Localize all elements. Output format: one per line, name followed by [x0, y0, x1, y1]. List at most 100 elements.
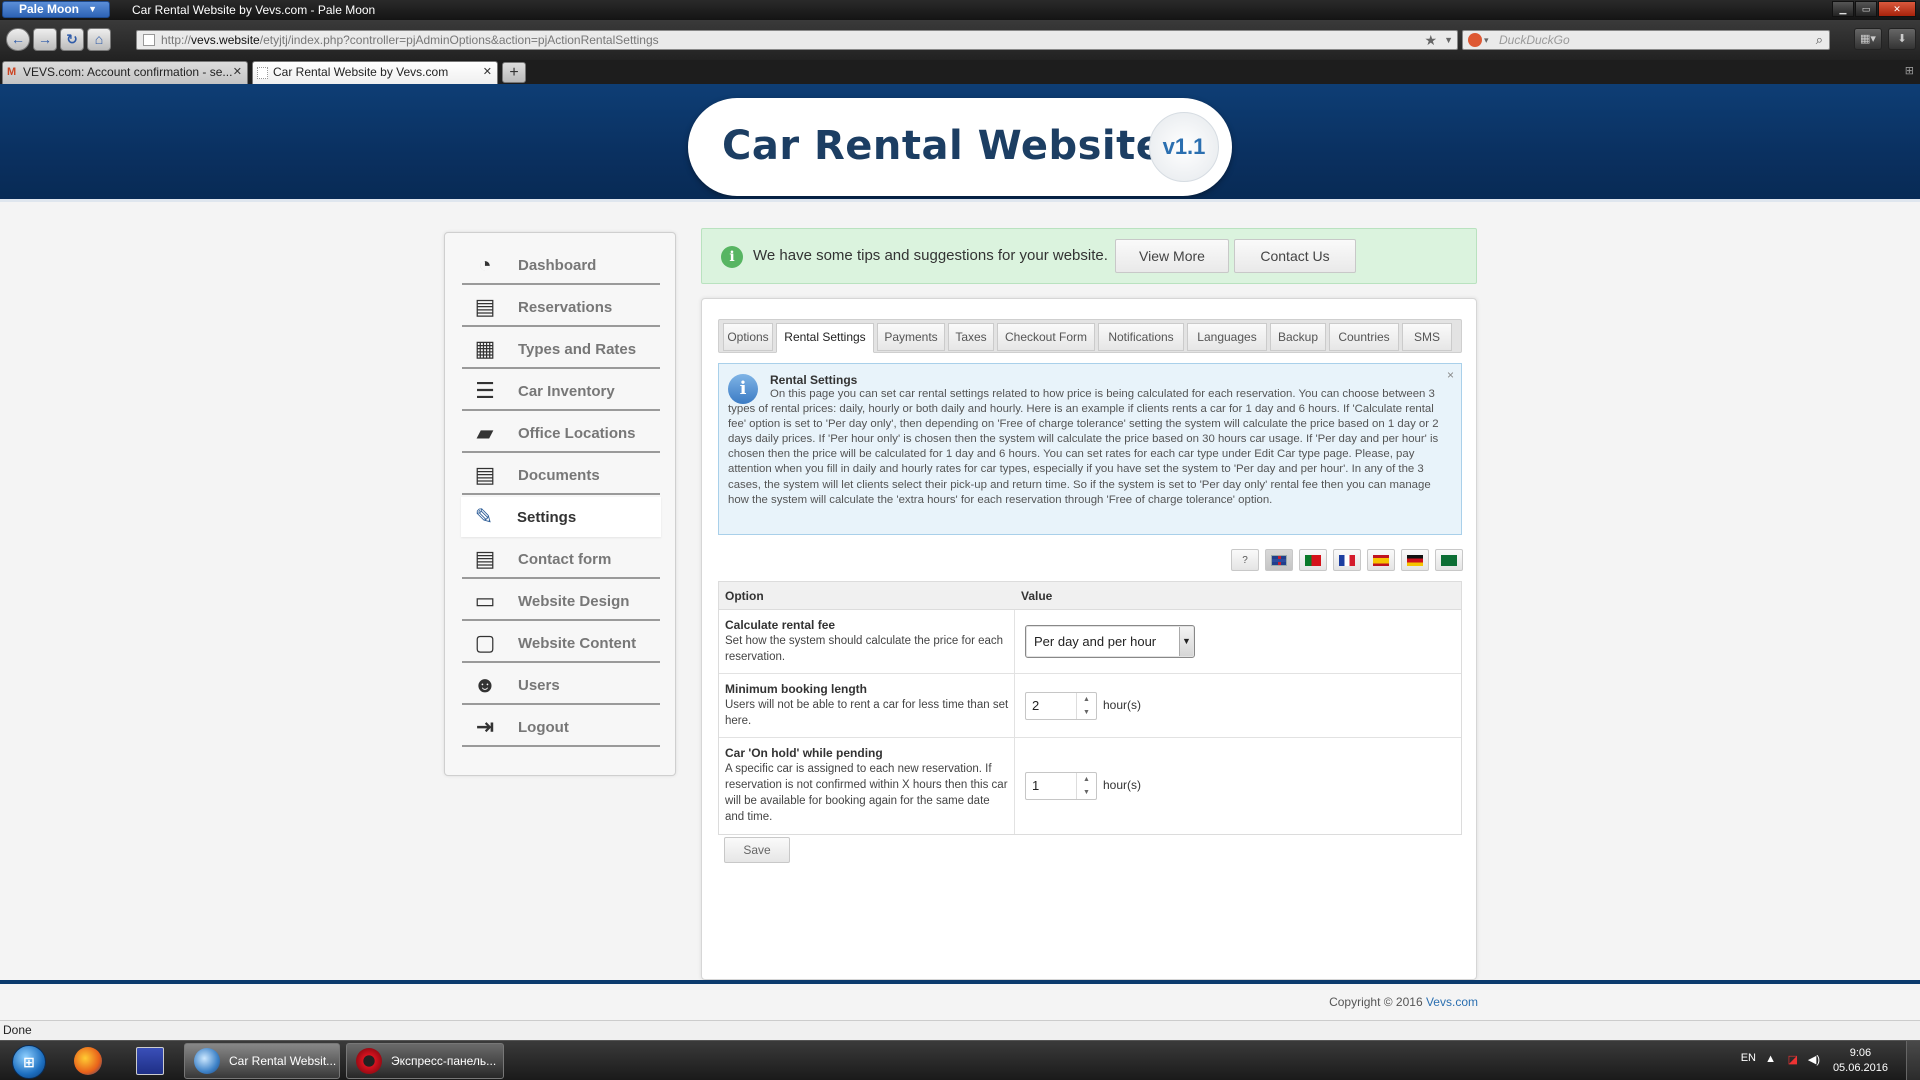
tab-countries[interactable]: Countries [1329, 323, 1399, 351]
window-icon: ▢ [474, 630, 496, 655]
bookmarks-menu-button[interactable]: ▦▾ [1854, 28, 1882, 50]
back-button[interactable]: ← [6, 28, 30, 51]
browser-tab-active[interactable]: Car Rental Website by Vevs.com ✕ [252, 61, 498, 84]
search-engine-dropdown[interactable]: ▾ [1484, 31, 1489, 49]
option-name: Minimum booking length [725, 682, 867, 696]
sidebar-item-website-content[interactable]: ▢ Website Content [462, 623, 660, 663]
minimum-booking-length-input[interactable]: 2 ▲ ▼ [1025, 692, 1097, 720]
on-hold-hours-input[interactable]: 1 ▲ ▼ [1025, 772, 1097, 800]
site-logo[interactable]: Car Rental Website v1.1 [688, 98, 1232, 196]
language-indicator[interactable]: EN [1741, 1052, 1756, 1064]
close-tab-icon[interactable]: ✕ [483, 62, 492, 83]
search-icon[interactable]: ⌕ [1816, 31, 1823, 49]
option-description: Users will not be able to rent a car for… [725, 699, 1009, 727]
tab-taxes[interactable]: Taxes [948, 323, 994, 351]
increment-icon[interactable]: ▲ [1077, 773, 1096, 786]
home-button[interactable]: ⌂ [87, 28, 111, 51]
opera-icon [356, 1048, 382, 1074]
tab-rental-settings[interactable]: Rental Settings [776, 323, 874, 353]
volume-icon[interactable]: ◀) [1808, 1053, 1820, 1066]
tab-sms[interactable]: SMS [1402, 323, 1452, 351]
sidebar-item-users[interactable]: ☻ Users [462, 665, 660, 705]
show-desktop-button[interactable] [1906, 1041, 1920, 1080]
tab-options[interactable]: Options [723, 323, 773, 351]
gmail-icon: M [7, 66, 17, 78]
taskbar-task-car-rental[interactable]: Car Rental Websit... [184, 1043, 340, 1079]
firefox-icon [74, 1047, 102, 1075]
sidebar-item-documents[interactable]: ▤ Documents [462, 455, 660, 495]
floppy-taskbar-icon[interactable] [124, 1043, 176, 1079]
duckduckgo-icon[interactable] [1468, 33, 1482, 47]
maximize-button[interactable]: ▭ [1855, 1, 1877, 17]
decrement-icon[interactable]: ▼ [1077, 706, 1096, 719]
tab-checkout-form[interactable]: Checkout Form [997, 323, 1095, 351]
close-tab-icon[interactable]: ✕ [233, 62, 242, 83]
close-icon[interactable]: × [1447, 368, 1454, 382]
flag-es-icon[interactable] [1367, 549, 1395, 571]
clock-date: 05.06.2016 [1832, 1062, 1888, 1074]
copyright-text: Copyright © 2016 Vevs.com [1329, 995, 1478, 1009]
folder-icon: ▰ [476, 420, 494, 445]
sidebar-item-label: Contact form [518, 551, 612, 568]
search-bar[interactable]: ▾ DuckDuckGo ⌕ [1462, 30, 1830, 50]
address-bar[interactable]: http://vevs.website/etyjtj/index.php?con… [136, 30, 1458, 50]
flag-fr-icon[interactable] [1333, 549, 1361, 571]
tab-payments[interactable]: Payments [877, 323, 945, 351]
sidebar-item-settings[interactable]: ✎ Settings [461, 497, 661, 537]
view-more-button[interactable]: View More [1115, 239, 1229, 273]
bookmark-star-icon[interactable]: ★ [1424, 31, 1437, 49]
sidebar-item-contact-form[interactable]: ▤ Contact form [462, 539, 660, 579]
sidebar-item-website-design[interactable]: ▭ Website Design [462, 581, 660, 621]
column-header-option: Option [725, 589, 764, 603]
flag-pt-icon[interactable] [1299, 549, 1327, 571]
tab-bar: M VEVS.com: Account confirmation - se...… [0, 60, 1920, 84]
close-window-button[interactable]: ✕ [1878, 1, 1916, 17]
tab-languages[interactable]: Languages [1187, 323, 1267, 351]
vevs-link[interactable]: Vevs.com [1426, 995, 1478, 1009]
tab-notifications[interactable]: Notifications [1098, 323, 1184, 351]
new-tab-button[interactable]: + [502, 62, 526, 83]
sidebar-item-office-locations[interactable]: ▰ Office Locations [462, 413, 660, 453]
help-button[interactable]: ? [1231, 549, 1259, 571]
chevron-down-icon[interactable]: ▼ [1179, 627, 1193, 656]
decrement-icon[interactable]: ▼ [1077, 786, 1096, 799]
flag-sa-icon[interactable] [1435, 549, 1463, 571]
downloads-button[interactable]: ⬇ [1888, 28, 1916, 50]
tab-backup[interactable]: Backup [1270, 323, 1326, 351]
sidebar-item-label: Website Design [518, 593, 630, 610]
browser-tab[interactable]: M VEVS.com: Account confirmation - se...… [2, 61, 248, 84]
sidebar-item-label: Reservations [518, 299, 613, 316]
url-domain: vevs.website [191, 33, 260, 47]
antivirus-icon[interactable]: ◪ [1788, 1053, 1798, 1066]
taskbar-task-opera[interactable]: Экспресс-панель... [346, 1043, 504, 1079]
firefox-taskbar-icon[interactable] [62, 1043, 114, 1079]
reload-button[interactable]: ↻ [60, 28, 84, 51]
sidebar-item-label: Logout [518, 719, 569, 736]
tray-expand-icon[interactable]: ▲ [1765, 1053, 1776, 1065]
forward-button[interactable]: → [33, 28, 57, 51]
flag-uk-icon[interactable] [1265, 549, 1293, 571]
increment-icon[interactable]: ▲ [1077, 693, 1096, 706]
url-history-dropdown[interactable]: ▼ [1444, 31, 1453, 49]
flag-de-icon[interactable] [1401, 549, 1429, 571]
sidebar-item-reservations[interactable]: ▤ Reservations [462, 287, 660, 327]
calculate-rental-fee-select[interactable]: Per day and per hour ▼ [1025, 625, 1195, 658]
save-button[interactable]: Save [724, 837, 790, 863]
sidebar-item-label: Types and Rates [518, 341, 637, 358]
page-identity-icon[interactable] [143, 34, 155, 46]
sidebar-item-types-and-rates[interactable]: ▦ Types and Rates [462, 329, 660, 369]
form-icon: ▤ [474, 546, 496, 571]
app-menu-button[interactable]: Pale Moon ▼ [2, 1, 110, 18]
start-button[interactable]: ⊞ [6, 1043, 50, 1079]
contact-us-button[interactable]: Contact Us [1234, 239, 1356, 273]
navigation-toolbar: ← → ↻ ⌂ http://vevs.website/etyjtj/index… [0, 20, 1920, 60]
system-clock[interactable]: 9:06 05.06.2016 [1833, 1046, 1888, 1076]
save-disk-icon [136, 1047, 164, 1075]
sidebar-item-car-inventory[interactable]: ☰ Car Inventory [462, 371, 660, 411]
tab-list-icon[interactable]: ⊞ [1905, 64, 1914, 77]
minimize-button[interactable]: ▁ [1832, 1, 1854, 17]
dashboard-gauge-icon: ◔ [478, 252, 492, 277]
sidebar-item-logout[interactable]: ⇥ Logout [462, 707, 660, 747]
browser-statusbar: Done [0, 1020, 1920, 1040]
sidebar-item-dashboard[interactable]: ◔ Dashboard [462, 245, 660, 285]
